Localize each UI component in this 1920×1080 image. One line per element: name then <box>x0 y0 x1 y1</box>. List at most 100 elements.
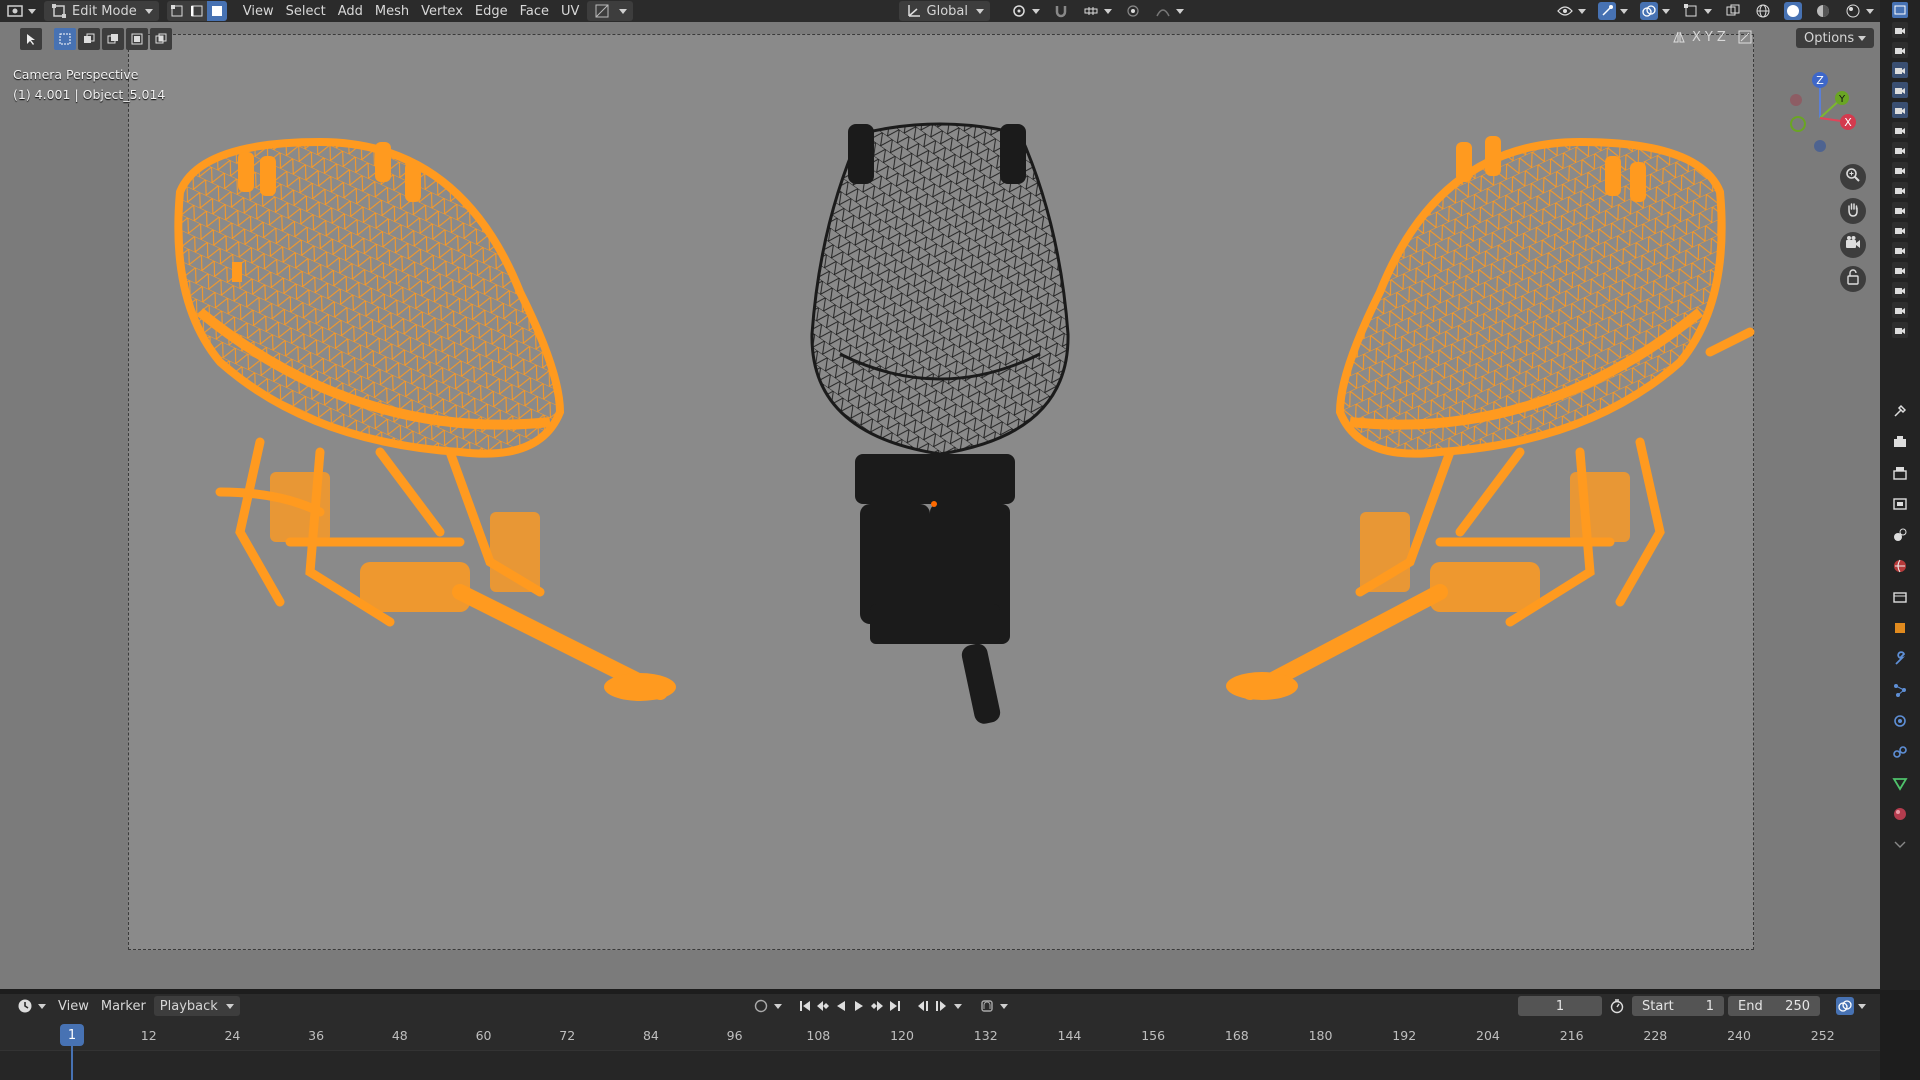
camera-visibility-icon[interactable] <box>1892 262 1908 278</box>
menu-mesh[interactable]: Mesh <box>369 1 415 21</box>
shading-wireframe-button[interactable] <box>1748 1 1778 21</box>
edge-select-button[interactable] <box>186 1 207 21</box>
end-frame-field[interactable]: End 250 <box>1728 996 1820 1016</box>
select-tool-button[interactable] <box>20 28 42 50</box>
menu-vertex[interactable]: Vertex <box>415 1 469 21</box>
auto-keying-toggle[interactable] <box>746 996 788 1016</box>
camera-visibility-icon[interactable] <box>1892 322 1908 338</box>
pan-button[interactable] <box>1840 198 1866 224</box>
transform-orientation-dropdown[interactable]: Global <box>898 1 990 21</box>
timeline-track-area[interactable] <box>0 1050 1880 1080</box>
pivot-point-dropdown[interactable] <box>1004 1 1046 21</box>
constraints-properties-icon[interactable] <box>1889 741 1911 763</box>
particles-properties-icon[interactable] <box>1889 679 1911 701</box>
camera-visibility-icon[interactable] <box>1892 222 1908 238</box>
camera-visibility-icon[interactable] <box>1892 282 1908 298</box>
engine-model-right-selected[interactable] <box>1220 112 1760 712</box>
tool-properties-icon[interactable] <box>1889 400 1911 422</box>
proportional-falloff-dropdown[interactable] <box>1148 1 1190 21</box>
timeline-view-overlays-button[interactable] <box>1830 996 1872 1016</box>
uv-sync-dropdown[interactable] <box>587 1 634 21</box>
camera-view-button[interactable] <box>1840 232 1866 258</box>
chevron-down-icon[interactable] <box>953 1003 962 1009</box>
world-properties-icon[interactable] <box>1889 555 1911 577</box>
gizmo-neg-y[interactable] <box>1790 116 1806 132</box>
editor-type-button[interactable] <box>0 1 42 21</box>
gizmo-neg-z[interactable] <box>1814 140 1826 152</box>
scene-collection-icon[interactable] <box>1892 2 1908 18</box>
snap-toggle[interactable] <box>1046 1 1076 21</box>
zoom-button[interactable] <box>1840 164 1866 190</box>
vertex-select-button[interactable] <box>166 1 187 21</box>
select-subtract-button[interactable] <box>102 28 124 50</box>
camera-visibility-icon[interactable] <box>1892 82 1908 98</box>
menu-edge[interactable]: Edge <box>469 1 514 21</box>
menu-add[interactable]: Add <box>332 1 369 21</box>
select-intersect-button[interactable] <box>150 28 172 50</box>
playback-dropdown[interactable]: Playback <box>153 996 240 1016</box>
shading-rendered-button[interactable] <box>1838 1 1880 21</box>
shading-material-button[interactable] <box>1808 1 1838 21</box>
prev-keyframe-icon[interactable] <box>914 997 932 1015</box>
snap-target-dropdown[interactable] <box>1076 1 1118 21</box>
menu-select[interactable]: Select <box>280 1 332 21</box>
mesh-edit-overlays-dropdown[interactable] <box>1676 1 1718 21</box>
output-properties-icon[interactable] <box>1889 462 1911 484</box>
jump-to-start-icon[interactable] <box>796 997 814 1015</box>
shading-solid-button[interactable] <box>1778 1 1808 21</box>
keying-set-dropdown[interactable] <box>972 996 1014 1016</box>
timeline-menu-view[interactable]: View <box>52 996 95 1016</box>
collection-properties-icon[interactable] <box>1889 586 1911 608</box>
select-new-button[interactable] <box>54 28 76 50</box>
options-dropdown[interactable]: Options <box>1796 28 1875 48</box>
gizmo-toggle[interactable] <box>1592 1 1634 21</box>
menu-face[interactable]: Face <box>514 1 555 21</box>
mirror-z-toggle[interactable]: Z <box>1717 30 1726 45</box>
mode-dropdown[interactable]: Edit Mode <box>44 1 159 21</box>
engine-model-center[interactable] <box>800 104 1080 744</box>
camera-visibility-icon[interactable] <box>1892 162 1908 178</box>
camera-visibility-icon[interactable] <box>1892 22 1908 38</box>
material-properties-icon[interactable] <box>1889 803 1911 825</box>
select-extend-button[interactable] <box>78 28 100 50</box>
navigation-gizmo[interactable]: Z Y X <box>1782 68 1858 154</box>
stopwatch-icon[interactable] <box>1608 997 1626 1015</box>
select-invert-button[interactable] <box>126 28 148 50</box>
menu-view[interactable]: View <box>237 1 280 21</box>
playhead-frame-badge[interactable]: 1 <box>60 1024 84 1046</box>
timeline-editor-type-button[interactable] <box>10 996 52 1016</box>
object-visibility-dropdown[interactable] <box>1550 1 1592 21</box>
next-keyframe-icon[interactable] <box>932 997 950 1015</box>
proportional-edit-toggle[interactable] <box>1118 1 1148 21</box>
camera-visibility-icon[interactable] <box>1892 42 1908 58</box>
overlays-toggle[interactable] <box>1634 1 1676 21</box>
jump-to-keyframe-prev-icon[interactable] <box>814 997 832 1015</box>
camera-visibility-icon[interactable] <box>1892 182 1908 198</box>
xray-toggle[interactable] <box>1718 1 1748 21</box>
timeline-menu-marker[interactable]: Marker <box>95 996 152 1016</box>
scene-properties-icon[interactable] <box>1889 524 1911 546</box>
3d-viewport[interactable]: Camera Perspective (1) 4.001 | Object_5.… <box>0 22 1880 989</box>
mirror-y-toggle[interactable]: Y <box>1705 30 1713 45</box>
jump-to-end-icon[interactable] <box>886 997 904 1015</box>
engine-model-left-selected[interactable] <box>160 112 680 712</box>
menu-uv[interactable]: UV <box>555 1 585 21</box>
camera-visibility-icon[interactable] <box>1892 242 1908 258</box>
mesh-data-properties-icon[interactable] <box>1889 772 1911 794</box>
play-icon[interactable] <box>850 997 868 1015</box>
auto-merge-icon[interactable] <box>1736 28 1754 46</box>
start-frame-field[interactable]: Start 1 <box>1632 996 1724 1016</box>
playhead-line[interactable] <box>71 1046 73 1080</box>
physics-properties-icon[interactable] <box>1889 710 1911 732</box>
camera-visibility-icon[interactable] <box>1892 62 1908 78</box>
chevron-down-icon[interactable] <box>1889 834 1911 856</box>
timeline-ruler[interactable]: 12 24 36 48 60 72 84 96 108 120 132 144 156 168 180 192… <box>0 1018 1880 1050</box>
object-properties-icon[interactable] <box>1889 617 1911 639</box>
view-layer-properties-icon[interactable] <box>1889 493 1911 515</box>
camera-visibility-icon[interactable] <box>1892 102 1908 118</box>
camera-visibility-icon[interactable] <box>1892 142 1908 158</box>
face-select-button[interactable] <box>206 1 227 21</box>
modifier-properties-icon[interactable] <box>1889 648 1911 670</box>
current-frame-field[interactable]: 1 <box>1518 996 1602 1016</box>
camera-visibility-icon[interactable] <box>1892 202 1908 218</box>
